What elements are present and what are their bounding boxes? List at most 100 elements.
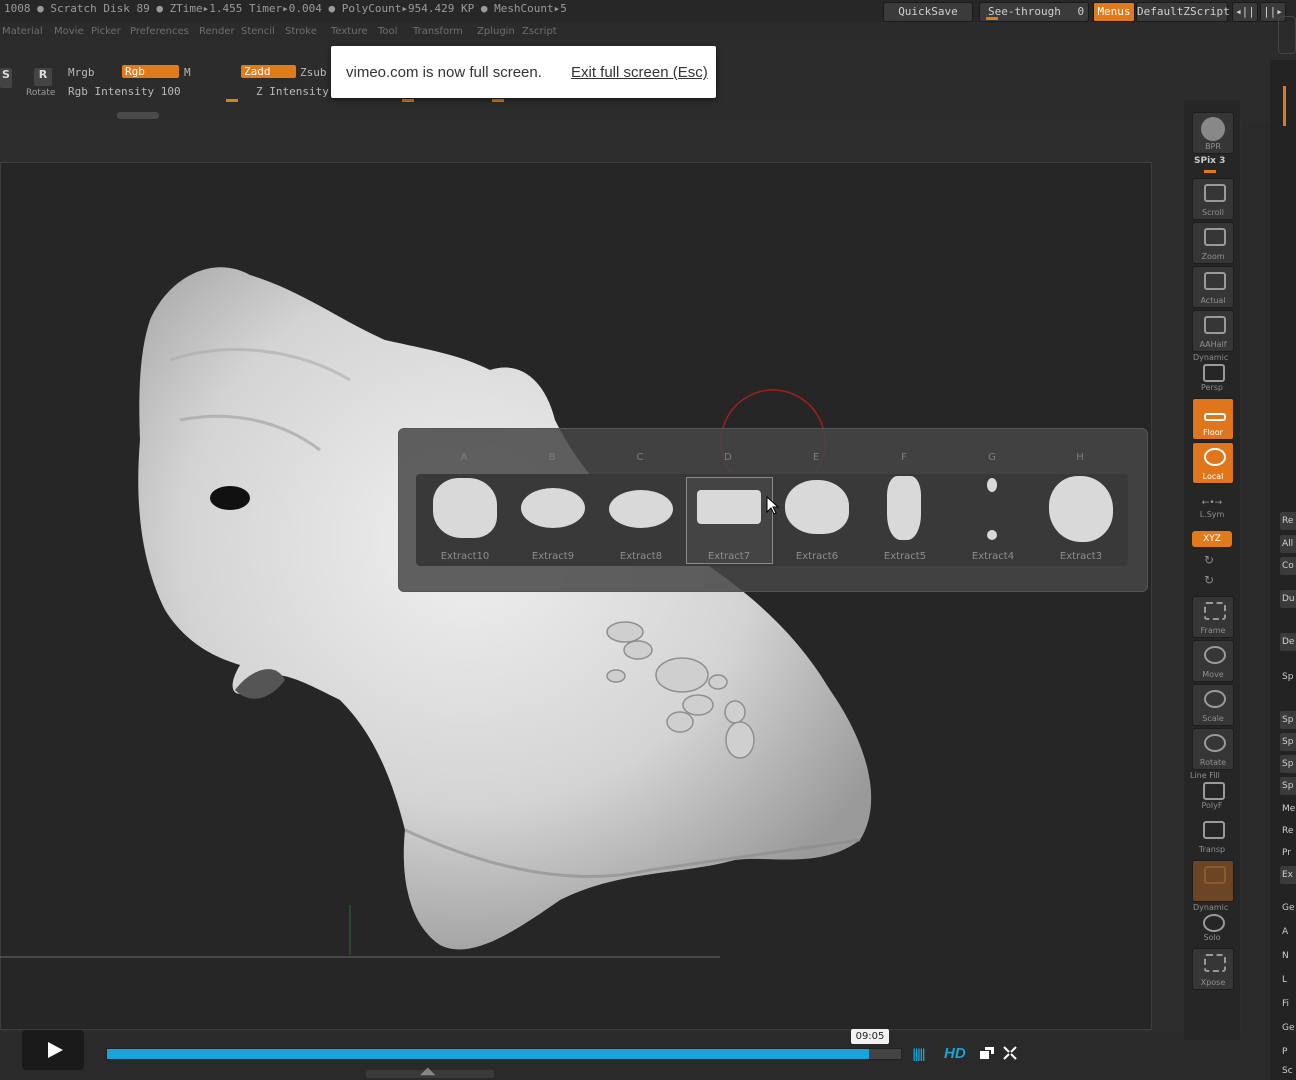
tray-item-14[interactable]: Ex	[1280, 866, 1296, 884]
tray-item-13[interactable]: Pr	[1280, 844, 1296, 862]
tray-item-20[interactable]: Ge	[1280, 1019, 1296, 1037]
subtool-name-extract4: Extract4	[971, 551, 1015, 562]
column-label-e: E	[812, 452, 820, 463]
expand-arrows-icon[interactable]: ◢◣	[420, 1066, 435, 1077]
scaling-icon[interactable]	[980, 1047, 994, 1059]
tray-item-1[interactable]: Re	[1280, 512, 1296, 530]
tray-item-19[interactable]: Fi	[1280, 995, 1296, 1013]
bpr-sphere-icon	[1201, 117, 1225, 141]
move-label: Move	[1202, 670, 1224, 679]
tray-item-4[interactable]: Du	[1280, 590, 1296, 608]
tray-item-12[interactable]: Re	[1280, 822, 1296, 840]
extract10-thumbnail	[433, 478, 497, 538]
frame-icon	[1204, 602, 1226, 620]
scale-icon	[1204, 690, 1226, 708]
rotate-y-icon[interactable]: ↻	[1204, 553, 1214, 567]
tray-item-15[interactable]: Ge	[1280, 899, 1296, 917]
xpose-icon	[1204, 954, 1226, 972]
ghost-button[interactable]	[1192, 860, 1234, 902]
hand-icon	[1204, 184, 1226, 202]
move-button[interactable]: Move	[1192, 640, 1234, 682]
play-icon	[48, 1042, 63, 1058]
polyframe-icon	[1203, 782, 1225, 800]
aahalf-label: AAHalf	[1199, 340, 1227, 349]
scale-button[interactable]: Scale	[1192, 684, 1234, 726]
rotate-button[interactable]: Rotate	[1192, 728, 1234, 770]
progress-fill	[107, 1049, 869, 1059]
tray-item-5[interactable]: De	[1280, 633, 1296, 651]
aahalf-icon	[1204, 316, 1226, 334]
rotate-z-icon[interactable]: ↻	[1204, 573, 1214, 587]
column-label-d: D	[724, 452, 732, 463]
actual-button[interactable]: Actual	[1192, 266, 1234, 308]
polyf-button[interactable]: PolyF	[1192, 772, 1232, 812]
scroll-button[interactable]: Scroll	[1192, 178, 1234, 220]
subtool-name-extract6: Extract6	[795, 551, 839, 562]
tray-item-10[interactable]: Sp	[1280, 777, 1296, 795]
column-label-g: G	[988, 452, 996, 463]
tray-item-17[interactable]: N	[1280, 947, 1296, 965]
extract8-thumbnail	[609, 490, 673, 528]
local-button[interactable]: Local	[1192, 442, 1234, 484]
transp-button[interactable]: Transp	[1192, 816, 1232, 856]
hd-button[interactable]: HD	[944, 1045, 966, 1062]
tray-item-6[interactable]: Sp	[1280, 668, 1296, 686]
exit-fullscreen-icon[interactable]	[1003, 1046, 1017, 1060]
tray-scroll-indicator[interactable]	[1283, 86, 1286, 126]
extract4-thumbnail-bottom	[987, 530, 997, 540]
floor-button[interactable]: Floor	[1192, 398, 1234, 440]
extract7-thumbnail	[697, 490, 761, 524]
solo-icon	[1203, 914, 1225, 932]
tray-item-22[interactable]: Sc	[1280, 1062, 1296, 1080]
lsym-button[interactable]: L.Sym	[1192, 510, 1232, 519]
tray-item-11[interactable]: Me	[1280, 800, 1296, 818]
grid-icon	[1203, 364, 1225, 382]
magnifier-icon	[1204, 228, 1226, 246]
zoom-label: Zoom	[1201, 252, 1225, 261]
tray-item-8[interactable]: Sp	[1280, 733, 1296, 751]
play-button[interactable]	[22, 1030, 84, 1070]
tray-item-21[interactable]: P	[1280, 1043, 1296, 1061]
floor-label: Floor	[1203, 428, 1223, 437]
actual-label: Actual	[1200, 296, 1226, 305]
frame-button[interactable]: Frame	[1192, 596, 1234, 638]
spix-slider[interactable]: SPix 3	[1194, 156, 1225, 166]
floor-icon	[1204, 413, 1226, 421]
tray-item-3[interactable]: Co	[1280, 557, 1296, 575]
fullscreen-message: vimeo.com is now full screen.	[346, 64, 542, 81]
ghost-icon	[1204, 866, 1226, 884]
time-tooltip: 09:05	[851, 1029, 889, 1044]
polyf-label: PolyF	[1201, 801, 1223, 810]
transparency-icon	[1203, 821, 1225, 839]
zoom-button[interactable]: Zoom	[1192, 222, 1234, 264]
frame-label: Frame	[1200, 626, 1226, 635]
solo-button[interactable]: Solo	[1192, 904, 1232, 944]
bpr-button[interactable]: BPR	[1192, 112, 1234, 154]
column-label-c: C	[636, 452, 644, 463]
xyz-button[interactable]: XYZ	[1192, 531, 1232, 547]
local-icon	[1204, 448, 1226, 466]
tray-item-9[interactable]: Sp	[1280, 755, 1296, 773]
tray-item-18[interactable]: L	[1280, 971, 1296, 989]
lsym-arrows-icon: ←•→	[1201, 498, 1223, 508]
volume-icon[interactable]: |||||	[912, 1047, 926, 1061]
tray-handle[interactable]	[1278, 16, 1296, 54]
extract5-thumbnail	[887, 476, 921, 540]
tray-item-7[interactable]: Sp	[1280, 711, 1296, 729]
subtool-name-extract7: Extract7	[707, 551, 751, 562]
subtool-name-extract3: Extract3	[1059, 551, 1103, 562]
spix-level	[1204, 170, 1216, 173]
extract9-thumbnail	[521, 488, 585, 528]
solo-label: Solo	[1203, 933, 1221, 942]
subtool-name-extract8: Extract8	[619, 551, 663, 562]
extract4-thumbnail-top	[987, 478, 997, 492]
exit-fullscreen-link[interactable]: Exit full screen (Esc)	[571, 64, 708, 81]
scale-label: Scale	[1202, 714, 1224, 723]
aahalf-button[interactable]: AAHalf	[1192, 310, 1234, 352]
tray-item-16[interactable]: A	[1280, 923, 1296, 941]
xpose-button[interactable]: Xpose	[1192, 948, 1234, 990]
tray-item-2[interactable]: All	[1280, 535, 1296, 553]
move-hand-icon	[1204, 646, 1226, 664]
persp-button[interactable]: Persp	[1192, 354, 1232, 394]
rotate-icon	[1204, 734, 1226, 752]
